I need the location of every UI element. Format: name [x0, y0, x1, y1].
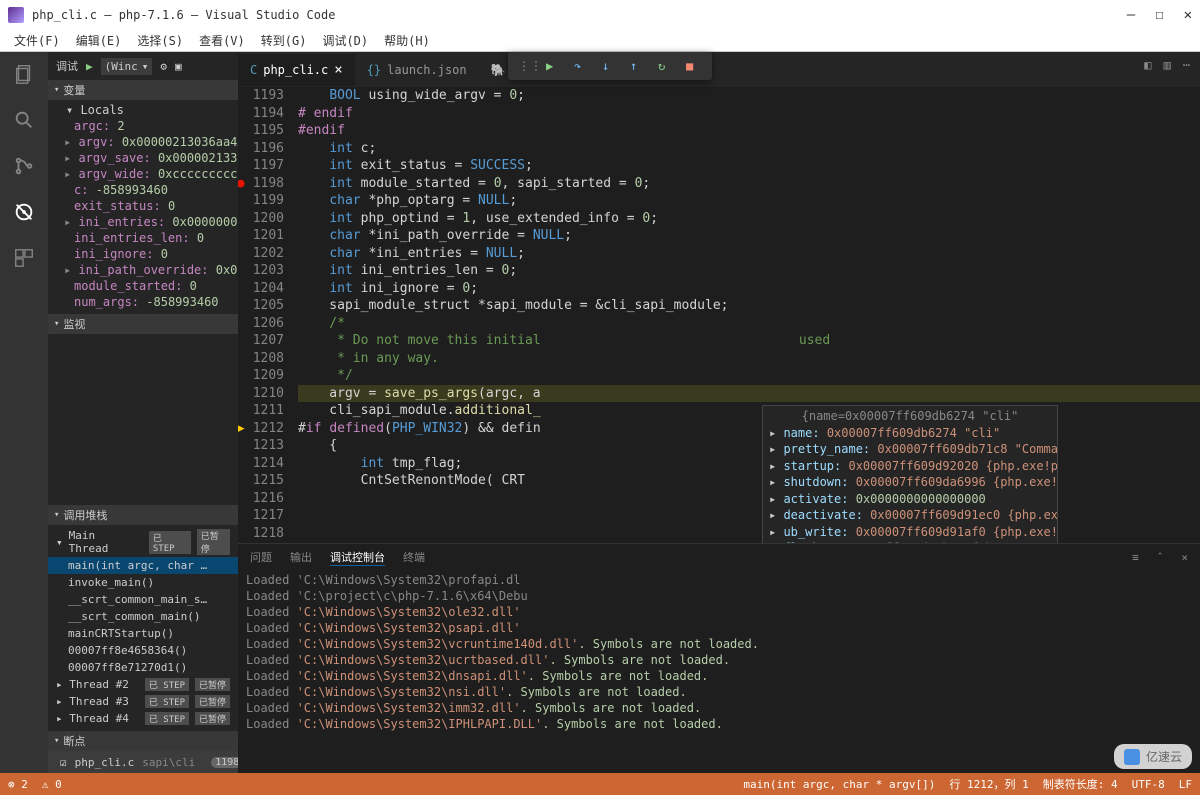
menu-item[interactable]: 调试(D) — [316, 30, 374, 51]
stack-frame[interactable]: invoke_main() — [48, 574, 238, 591]
debug-floatbar[interactable]: ⋮⋮ ▶ ↷ ↓ ↑ ↻ ■ — [508, 52, 712, 80]
watermark: 亿速云 — [1114, 744, 1192, 769]
gear-icon[interactable]: ⚙ — [160, 60, 167, 73]
code-editor[interactable]: 1193119411951196119711981199120012011202… — [238, 87, 1200, 543]
stack-frame[interactable]: 00007ff8e71270d1() — [48, 659, 238, 676]
close-icon[interactable]: × — [1181, 551, 1188, 564]
filter-icon[interactable]: ≡ — [1132, 551, 1139, 564]
step-over-icon[interactable]: ↷ — [574, 59, 590, 73]
menu-item[interactable]: 编辑(E) — [70, 30, 128, 51]
variable-row[interactable]: exit_status: 0 — [48, 198, 238, 214]
vscode-icon — [8, 7, 24, 23]
panel-tab[interactable]: 终端 — [403, 549, 425, 565]
variable-row[interactable]: module_started: 0 — [48, 278, 238, 294]
code[interactable]: BOOL using_wide_argv = 0;# endif#endif i… — [298, 87, 1200, 543]
panel: 问题 输出 调试控制台 终端 ≡ ˆ × Loaded 'C:\Windows\System… — [238, 543, 1200, 773]
debug-label: 调试 — [56, 58, 78, 74]
chevron-up-icon[interactable]: ˆ — [1157, 551, 1164, 564]
checkbox-icon[interactable]: ☑ — [60, 756, 67, 769]
sidebar: 调试 ▶ (Winc ▾ ⚙ ▣ 变量 ▾ Locals argc: 2argv… — [48, 52, 238, 773]
panel-tab[interactable]: 调试控制台 — [330, 549, 385, 566]
stack-frame[interactable]: __scrt_common_main_s… — [48, 591, 238, 608]
editor: C php_cli.c ×{} launch.json🐘 tes 1193119… — [238, 52, 1200, 773]
panel-tabs: 问题 输出 调试控制台 终端 ≡ ˆ × — [238, 544, 1200, 570]
section-variables[interactable]: 变量 — [48, 80, 238, 100]
gutter: 1193119411951196119711981199120012011202… — [238, 87, 298, 543]
tab-close-icon[interactable]: × — [334, 62, 342, 78]
status-eol[interactable]: LF — [1179, 778, 1192, 791]
thread-row[interactable]: ▸ Thread #3已 STEP已暂停 — [48, 693, 238, 710]
status-position[interactable]: 行 1212，列 1 — [949, 776, 1028, 792]
editor-tab[interactable]: {} launch.json — [355, 55, 479, 85]
scm-icon[interactable] — [12, 154, 36, 178]
layout-icon[interactable]: ▥ — [1164, 58, 1171, 72]
stop-icon[interactable]: ■ — [686, 59, 702, 73]
activitybar — [0, 52, 48, 773]
menu-item[interactable]: 转到(G) — [255, 30, 313, 51]
step-into-icon[interactable]: ↓ — [602, 59, 618, 73]
extensions-icon[interactable] — [12, 246, 36, 270]
status-errors[interactable]: ⊗ 2 — [8, 778, 28, 791]
explorer-icon[interactable] — [12, 62, 36, 86]
thread-row[interactable]: ▸ Thread #4已 STEP已暂停 — [48, 710, 238, 727]
tabs: C php_cli.c ×{} launch.json🐘 tes — [238, 52, 1200, 87]
panel-tab[interactable]: 问题 — [250, 549, 272, 565]
variable-row[interactable]: num_args: -858993460 — [48, 294, 238, 310]
menu-item[interactable]: 帮助(H) — [378, 30, 436, 51]
variable-row[interactable]: ini_entries: 0x0000000000… — [48, 214, 238, 230]
debug-config-select[interactable]: (Winc ▾ — [101, 58, 153, 75]
close-icon[interactable]: ✕ — [1184, 7, 1192, 23]
minimize-icon[interactable]: — — [1127, 7, 1135, 23]
titlebar: php_cli.c — php-7.1.6 — Visual Studio Co… — [0, 0, 1200, 30]
more-icon[interactable]: ⋯ — [1183, 58, 1190, 72]
restart-icon[interactable]: ↻ — [658, 59, 674, 73]
variable-row[interactable]: ini_entries_len: 0 — [48, 230, 238, 246]
drag-handle-icon[interactable]: ⋮⋮ — [518, 59, 534, 73]
debug-console[interactable]: Loaded 'C:\Windows\System32\profapi.dlLo… — [238, 570, 1200, 773]
start-debug-icon[interactable]: ▶ — [86, 60, 93, 73]
variable-row[interactable]: ini_ignore: 0 — [48, 246, 238, 262]
stack-frame[interactable]: mainCRTStartup() — [48, 625, 238, 642]
variable-row[interactable]: c: -858993460 — [48, 182, 238, 198]
status-tabsize[interactable]: 制表符长度: 4 — [1043, 776, 1118, 792]
section-callstack[interactable]: 调用堆栈 — [48, 505, 238, 525]
variable-row[interactable]: argv_wide: 0xcccccccccc… — [48, 166, 238, 182]
split-editor-icon[interactable]: ◧ — [1144, 58, 1151, 72]
step-out-icon[interactable]: ↑ — [630, 59, 646, 73]
thread-row[interactable]: ▸ Thread #2已 STEP已暂停 — [48, 676, 238, 693]
maximize-icon[interactable]: ☐ — [1155, 7, 1163, 23]
stack-frame[interactable]: main(int argc, char … — [48, 557, 238, 574]
status-frame[interactable]: main(int argc, char * argv[]) — [743, 778, 935, 791]
stack-frame[interactable]: __scrt_common_main() — [48, 608, 238, 625]
debug-icon[interactable] — [12, 200, 36, 224]
variable-row[interactable]: argv: 0x00000213036aa4… — [48, 134, 238, 150]
menu-item[interactable]: 查看(V) — [193, 30, 251, 51]
variable-row[interactable]: ini_path_override: 0x00… — [48, 262, 238, 278]
window-title: php_cli.c — php-7.1.6 — Visual Studio Co… — [32, 8, 1127, 22]
statusbar: ⊗ 2 ⚠ 0 main(int argc, char * argv[]) 行 … — [0, 773, 1200, 795]
panel-tab[interactable]: 输出 — [290, 549, 312, 565]
thread-main[interactable]: ▾ Main Thread 已 STEP已暂停 — [48, 527, 238, 557]
section-breakpoints[interactable]: 断点 — [48, 731, 238, 751]
search-icon[interactable] — [12, 108, 36, 132]
stack-frame[interactable]: 00007ff8e4658364() — [48, 642, 238, 659]
debug-hover-popup[interactable]: {name=0x00007ff609db6274 "cli"▸ name: 0x… — [762, 405, 1058, 543]
locals-header[interactable]: ▾ Locals — [48, 102, 238, 118]
continue-icon[interactable]: ▶ — [546, 59, 562, 73]
section-watch[interactable]: 监视 — [48, 314, 238, 334]
variable-row[interactable]: argv_save: 0x0000021330… — [48, 150, 238, 166]
console-icon[interactable]: ▣ — [175, 60, 182, 73]
variable-row[interactable]: argc: 2 — [48, 118, 238, 134]
editor-tab[interactable]: C php_cli.c × — [238, 54, 355, 86]
status-encoding[interactable]: UTF-8 — [1132, 778, 1165, 791]
breakpoint-item[interactable]: ☑ php_cli.c sapi\cli 1198 — [48, 751, 238, 773]
status-warnings[interactable]: ⚠ 0 — [42, 778, 62, 791]
menu-item[interactable]: 文件(F) — [8, 30, 66, 51]
menubar: 文件(F)编辑(E)选择(S)查看(V)转到(G)调试(D)帮助(H) — [0, 30, 1200, 52]
menu-item[interactable]: 选择(S) — [131, 30, 189, 51]
